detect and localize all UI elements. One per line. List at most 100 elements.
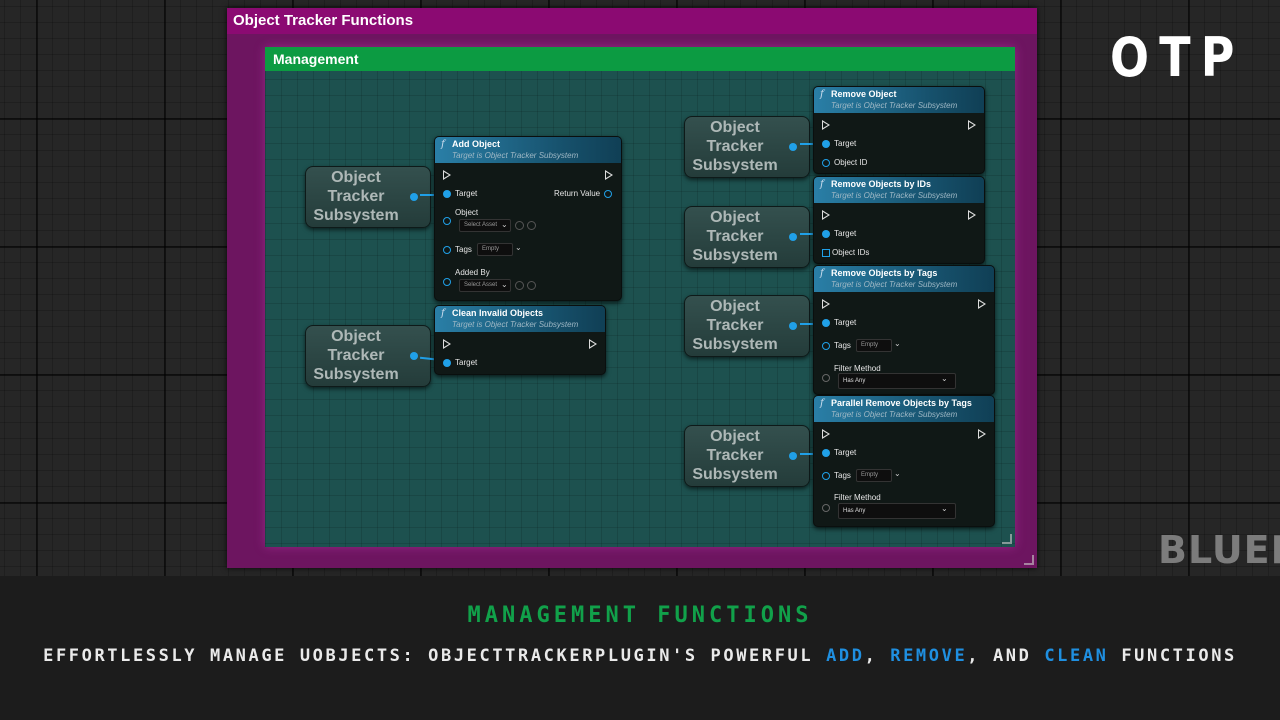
exec-pin-icon[interactable] <box>968 210 976 220</box>
dropdown-chevron-icon: ⌄ <box>501 280 508 289</box>
node-subtitle: Target is Object Tracker Subsystem <box>831 101 958 110</box>
function-icon: f <box>441 308 445 319</box>
banner-caption: EFFORTLESSLY MANAGE UOBJECTS: OBJECTTRAC… <box>0 646 1280 666</box>
object-tracker-subsystem-node[interactable]: Object Tracker Subsystem <box>684 206 810 268</box>
dropdown-chevron-icon: ⌄ <box>501 220 508 229</box>
node-subtitle: Target is Object Tracker Subsystem <box>831 410 958 419</box>
caption-separator: , <box>864 646 878 666</box>
exec-pin-icon[interactable] <box>822 120 830 130</box>
node-header[interactable]: f Clean Invalid Objects Target is Object… <box>435 306 605 332</box>
enum-pin-icon[interactable] <box>822 504 830 512</box>
object-pin-icon[interactable] <box>789 452 797 460</box>
pin-label: Object <box>455 208 479 217</box>
object-pin-icon[interactable] <box>443 190 451 198</box>
object-pin-icon[interactable] <box>822 230 830 238</box>
comment-title[interactable]: Object Tracker Functions <box>227 8 1037 34</box>
function-icon: f <box>820 398 824 409</box>
add-element-icon[interactable] <box>515 281 524 290</box>
object-pin-icon[interactable] <box>789 143 797 151</box>
remove-objects-by-tags-node[interactable]: f Remove Objects by Tags Target is Objec… <box>813 265 995 395</box>
object-tracker-subsystem-node[interactable]: Object Tracker Subsystem <box>684 116 810 178</box>
exec-pin-icon[interactable] <box>822 429 830 439</box>
object-pin-icon[interactable] <box>443 359 451 367</box>
node-header[interactable]: f Remove Object Target is Object Tracker… <box>814 87 984 113</box>
field-value: Empty <box>861 472 879 478</box>
array-pin-icon[interactable] <box>822 249 830 257</box>
dropdown-chevron-icon[interactable]: ⌄ <box>515 243 522 252</box>
comment-title[interactable]: Management <box>265 47 1015 71</box>
object-pin-icon[interactable] <box>410 193 418 201</box>
exec-pin-icon[interactable] <box>443 339 451 349</box>
filter-method-dropdown[interactable]: Has Any <box>838 373 956 389</box>
object-pin-icon[interactable] <box>443 217 451 225</box>
object-pin-icon[interactable] <box>604 190 612 198</box>
node-title: Remove Objects by Tags <box>831 268 938 278</box>
exec-pin-icon[interactable] <box>978 429 986 439</box>
node-subtitle: Target is Object Tracker Subsystem <box>831 191 958 200</box>
object-tracker-subsystem-node[interactable]: Object Tracker Subsystem <box>684 425 810 487</box>
exec-pin-icon[interactable] <box>968 120 976 130</box>
enum-pin-icon[interactable] <box>822 374 830 382</box>
select-label: Select Asset <box>464 222 498 228</box>
object-pin-icon[interactable] <box>822 319 830 327</box>
node-header[interactable]: f Remove Objects by IDs Target is Object… <box>814 177 984 203</box>
pin-label: Filter Method <box>834 364 881 373</box>
object-pin-icon[interactable] <box>789 233 797 241</box>
otp-logo: OTP <box>1110 26 1245 89</box>
node-header[interactable]: f Add Object Target is Object Tracker Su… <box>435 137 621 163</box>
function-icon: f <box>820 179 824 190</box>
caption-clean-highlight: CLEAN <box>1044 646 1109 666</box>
pin-label: Filter Method <box>834 493 881 502</box>
resize-handle-icon[interactable] <box>1002 534 1012 544</box>
caption-text: EFFORTLESSLY MANAGE UOBJECTS: OBJECTTRAC… <box>43 646 814 666</box>
parallel-remove-objects-by-tags-node[interactable]: f Parallel Remove Objects by Tags Target… <box>813 395 995 527</box>
object-tracker-subsystem-node[interactable]: Object Tracker Subsystem <box>684 295 810 357</box>
exec-pin-icon[interactable] <box>822 210 830 220</box>
dropdown-chevron-icon: ⌄ <box>941 374 948 383</box>
pin-label: Target <box>455 358 478 367</box>
exec-pin-icon[interactable] <box>822 299 830 309</box>
node-header[interactable]: f Parallel Remove Objects by Tags Target… <box>814 396 994 422</box>
tags-field[interactable]: Empty <box>856 469 892 482</box>
object-pin-icon[interactable] <box>822 342 830 350</box>
object-tracker-subsystem-node[interactable]: Object Tracker Subsystem <box>305 325 431 387</box>
add-object-node[interactable]: f Add Object Target is Object Tracker Su… <box>434 136 622 301</box>
pin-label: Object ID <box>834 158 868 167</box>
dropdown-chevron-icon[interactable]: ⌄ <box>894 469 901 478</box>
pin-label: Object IDs <box>832 248 870 257</box>
object-pin-icon[interactable] <box>822 472 830 480</box>
tags-field[interactable]: Empty <box>856 339 892 352</box>
exec-pin-icon[interactable] <box>978 299 986 309</box>
browse-icon[interactable] <box>527 221 536 230</box>
node-subtitle: Target is Object Tracker Subsystem <box>452 320 579 329</box>
pin-label: Tags <box>834 341 851 350</box>
resize-handle-icon[interactable] <box>1024 555 1034 565</box>
function-icon: f <box>820 89 824 100</box>
browse-icon[interactable] <box>527 281 536 290</box>
pin-label: Target <box>834 139 857 148</box>
object-pin-icon[interactable] <box>822 449 830 457</box>
add-element-icon[interactable] <box>515 221 524 230</box>
exec-pin-icon[interactable] <box>605 170 613 180</box>
clean-invalid-objects-node[interactable]: f Clean Invalid Objects Target is Object… <box>434 305 606 375</box>
object-pin-icon[interactable] <box>443 278 451 286</box>
node-subtitle: Target is Object Tracker Subsystem <box>831 280 958 289</box>
caption-separator: , AND <box>967 646 1032 666</box>
object-pin-icon[interactable] <box>822 140 830 148</box>
object-tracker-subsystem-node[interactable]: Object Tracker Subsystem <box>305 166 431 228</box>
watermark-text: BLUEP <box>1158 528 1280 572</box>
remove-objects-by-ids-node[interactable]: f Remove Objects by IDs Target is Object… <box>813 176 985 264</box>
exec-pin-icon[interactable] <box>589 339 597 349</box>
object-id-pin-icon[interactable] <box>822 159 830 167</box>
node-header[interactable]: f Remove Objects by Tags Target is Objec… <box>814 266 994 292</box>
node-title: Add Object <box>452 139 501 149</box>
filter-method-dropdown[interactable]: Has Any <box>838 503 956 519</box>
tags-field[interactable]: Empty <box>477 243 513 256</box>
object-pin-icon[interactable] <box>410 352 418 360</box>
dropdown-chevron-icon[interactable]: ⌄ <box>894 339 901 348</box>
exec-pin-icon[interactable] <box>443 170 451 180</box>
object-pin-icon[interactable] <box>789 322 797 330</box>
remove-object-node[interactable]: f Remove Object Target is Object Tracker… <box>813 86 985 174</box>
object-pin-icon[interactable] <box>443 246 451 254</box>
pin-label: Return Value <box>554 189 601 198</box>
